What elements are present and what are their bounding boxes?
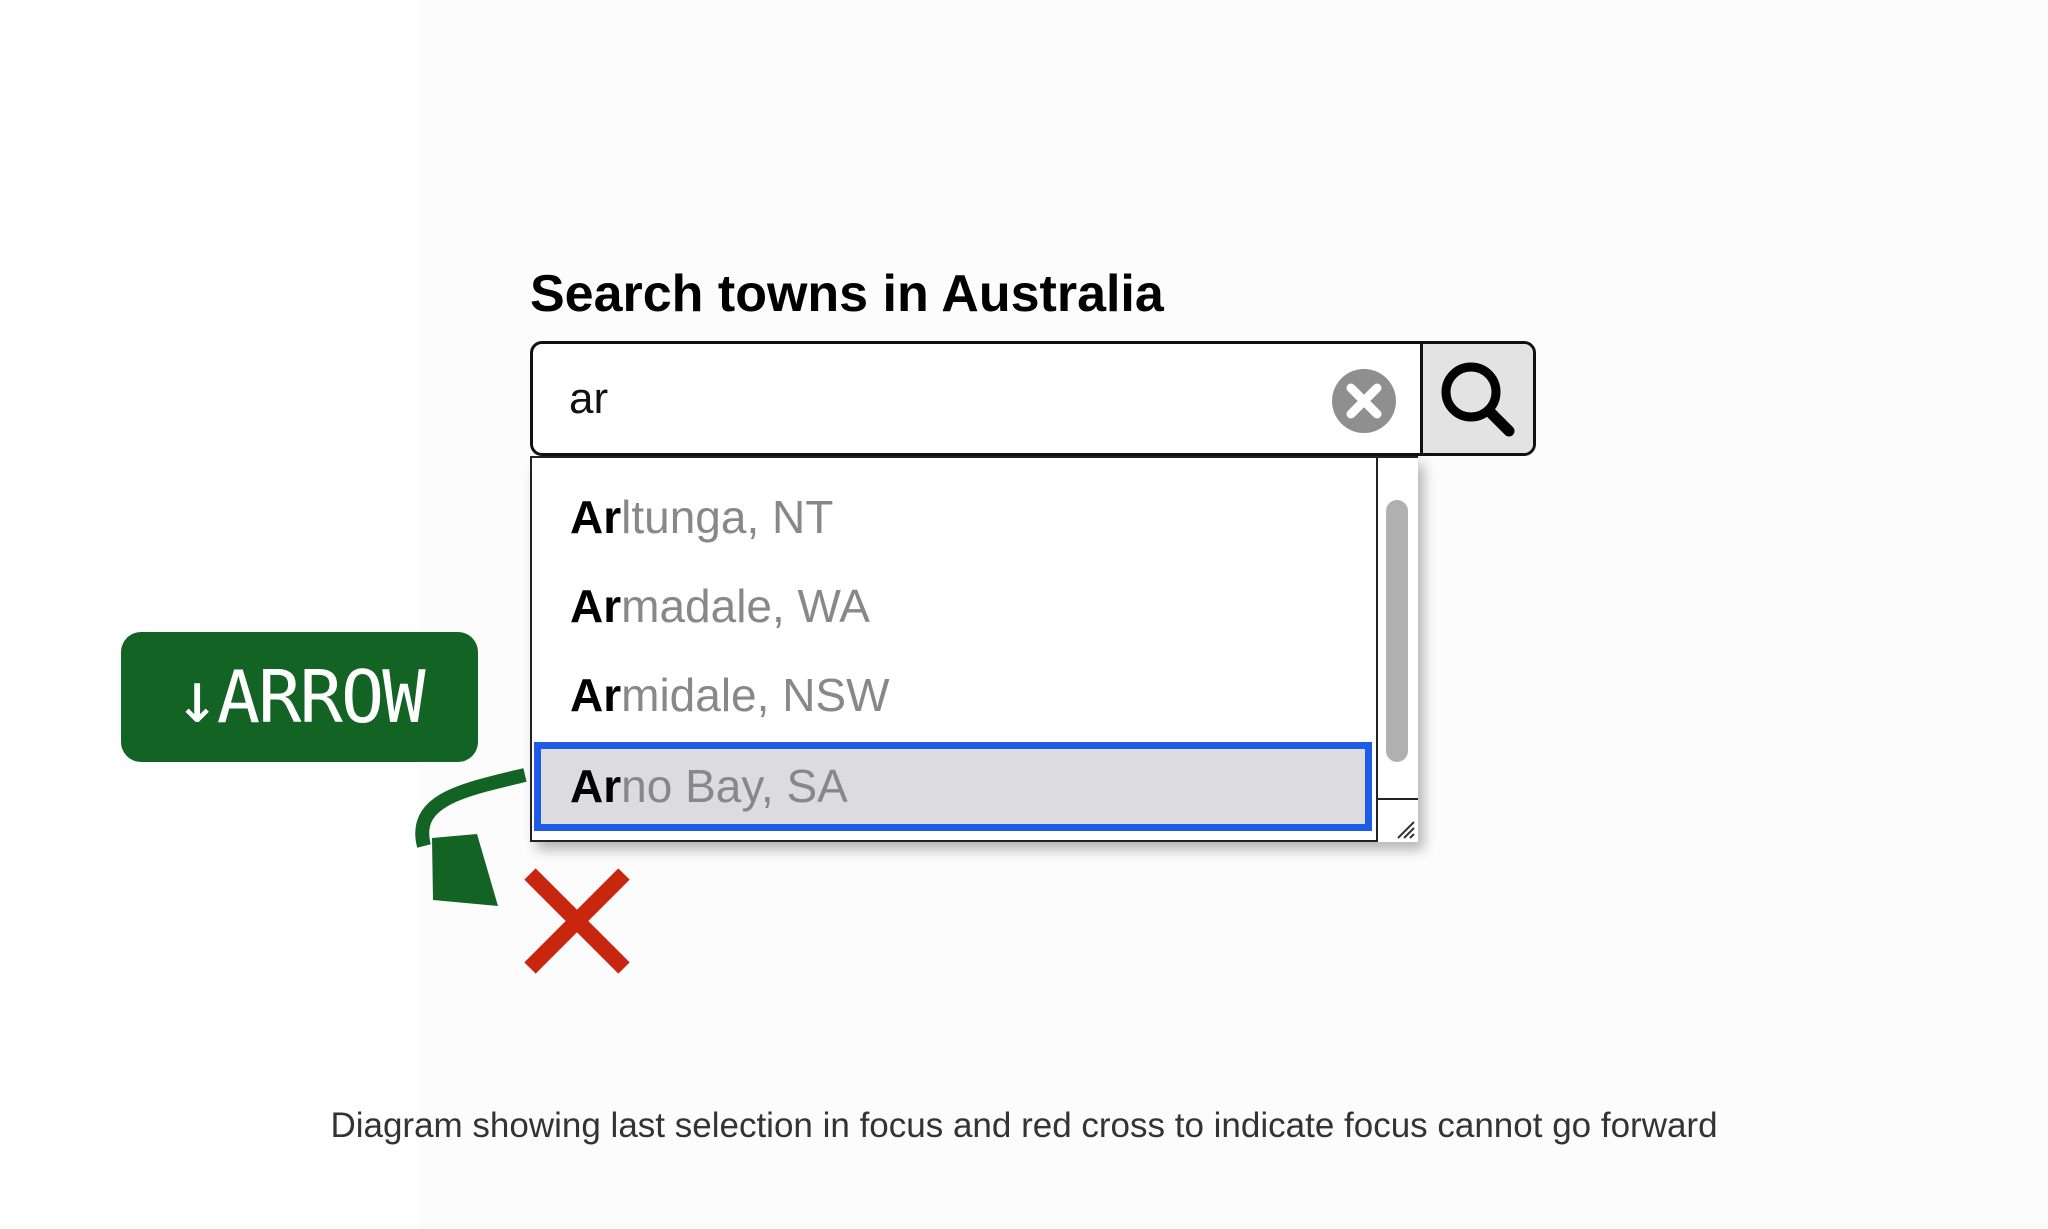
diagram-caption: Diagram showing last selection in focus … bbox=[330, 1106, 1718, 1145]
blocked-cross-icon bbox=[524, 868, 630, 974]
annotation-overlay bbox=[415, 768, 630, 974]
curved-arrow-icon bbox=[415, 768, 527, 906]
